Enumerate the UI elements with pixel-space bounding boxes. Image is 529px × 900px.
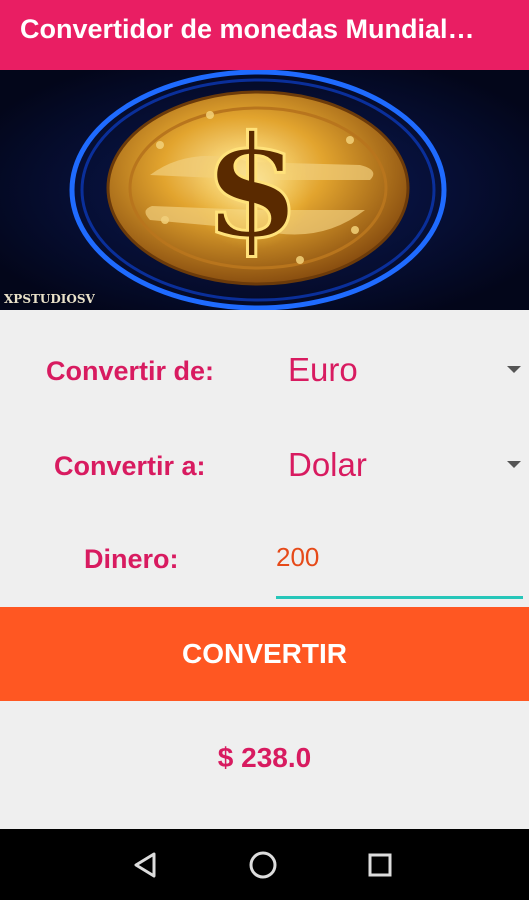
chevron-down-icon	[507, 461, 521, 468]
svg-text:$: $	[203, 106, 300, 270]
to-label: Convertir a:	[54, 451, 206, 481]
dollar-coin-icon: $	[0, 70, 529, 310]
app-title: Convertidor de monedas Mundial…	[20, 14, 475, 44]
result-text: $ 238.0	[217, 742, 312, 773]
amount-input[interactable]	[276, 542, 516, 573]
app-bar: Convertidor de monedas Mundial…	[0, 0, 529, 70]
recents-square-icon[interactable]	[362, 847, 398, 883]
banner-watermark: XPSTUDIOSV	[4, 292, 95, 306]
amount-field[interactable]	[276, 540, 523, 599]
home-circle-icon[interactable]	[245, 847, 281, 883]
chevron-down-icon	[507, 366, 521, 373]
from-currency-value: Euro	[288, 351, 358, 388]
to-currency-value: Dolar	[288, 446, 367, 483]
banner-image: $	[0, 70, 529, 310]
amount-label: Dinero:	[84, 544, 179, 574]
from-label: Convertir de:	[46, 356, 215, 386]
back-triangle-icon[interactable]	[127, 847, 163, 883]
convert-button[interactable]: CONVERTIR	[0, 607, 529, 701]
system-nav-bar	[0, 829, 529, 900]
